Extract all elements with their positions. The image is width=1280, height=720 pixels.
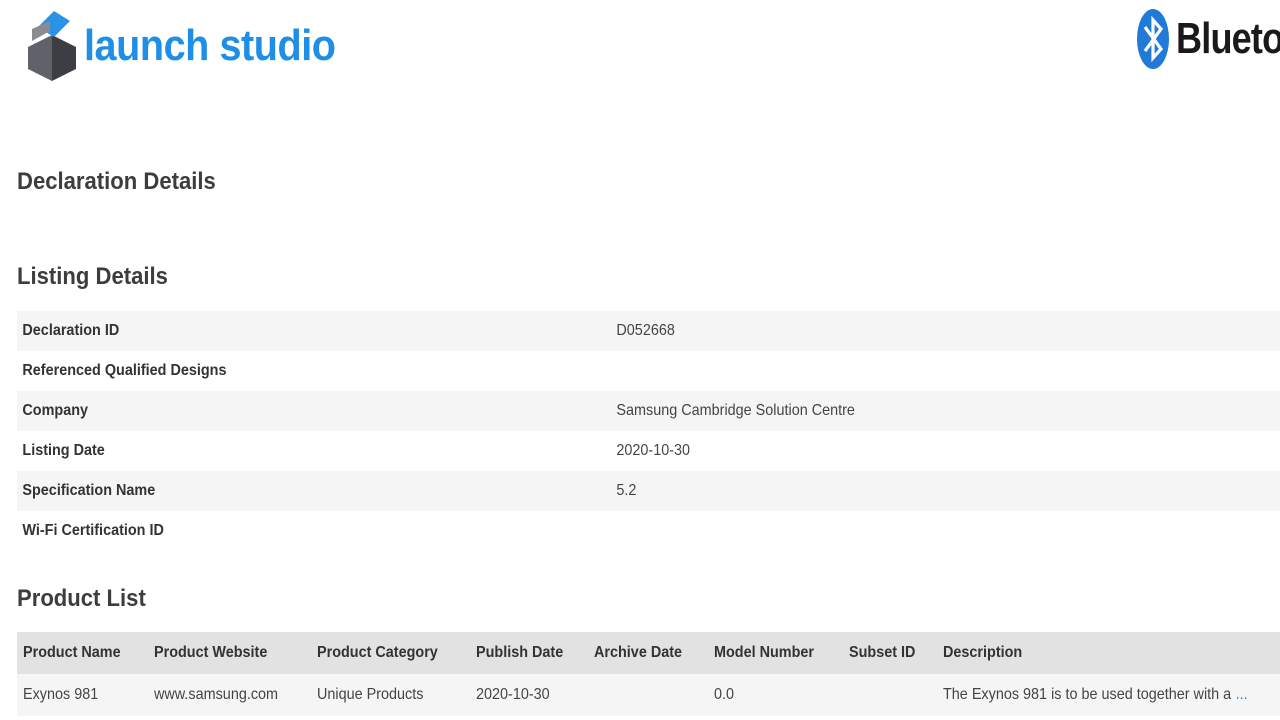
listing-value: 5.2: [616, 482, 637, 499]
description-cell: The Exynos 981 is to be used together wi…: [943, 674, 1248, 716]
listing-label: Declaration ID: [22, 322, 120, 339]
table-row: Exynos 981 www.samsung.com Unique Produc…: [17, 674, 1280, 716]
table-header-row: Product Name Product Website Product Cat…: [17, 632, 1280, 674]
column-header-archive-date[interactable]: Archive Date: [594, 632, 682, 674]
listing-value: D052668: [616, 322, 675, 339]
column-header-publish-date[interactable]: Publish Date: [476, 632, 563, 674]
product-website-cell: www.samsung.com: [154, 686, 279, 703]
listing-row-company: Company Samsung Cambridge Solution Centr…: [17, 391, 1280, 431]
declaration-details-heading: Declaration Details: [17, 168, 216, 195]
listing-label: Specification Name: [22, 482, 156, 499]
product-list-table: Product Name Product Website Product Cat…: [17, 632, 1280, 716]
product-name-cell: Exynos 981: [23, 686, 99, 703]
column-header-product-website[interactable]: Product Website: [154, 632, 267, 674]
publish-date-cell: 2020-10-30: [476, 686, 550, 703]
listing-label: Listing Date: [22, 442, 105, 459]
column-header-product-name[interactable]: Product Name: [23, 632, 121, 674]
launch-studio-cube-icon: [28, 11, 76, 81]
description-text: The Exynos 981 is to be used together wi…: [943, 686, 1232, 703]
bluetooth-rune-icon: [1137, 9, 1169, 69]
listing-details-heading: Listing Details: [17, 263, 168, 290]
model-number-cell: 0.0: [714, 686, 735, 703]
listing-value: Samsung Cambridge Solution Centre: [616, 402, 855, 419]
column-header-subset-id[interactable]: Subset ID: [849, 632, 915, 674]
bluetooth-wordmark: Bluetoo: [1176, 14, 1280, 63]
description-more-link[interactable]: ...: [1236, 686, 1248, 704]
listing-row-wifi-certification-id: Wi-Fi Certification ID: [17, 511, 1280, 551]
logo-text: launch studio: [84, 21, 336, 70]
product-list-heading: Product List: [17, 585, 146, 612]
column-header-description[interactable]: Description: [943, 632, 1022, 674]
bluetooth-logo: Bluetoo: [1136, 6, 1280, 72]
listing-row-referenced-designs: Referenced Qualified Designs: [17, 351, 1280, 391]
page: launch studio Bluetoo Declaration Detail…: [0, 0, 1280, 720]
column-header-model-number[interactable]: Model Number: [714, 632, 814, 674]
launch-studio-logo[interactable]: launch studio: [24, 6, 364, 86]
listing-row-specification-name: Specification Name 5.2: [17, 471, 1280, 511]
listing-row-declaration-id: Declaration ID D052668: [17, 311, 1280, 351]
listing-label: Referenced Qualified Designs: [22, 362, 227, 379]
column-header-product-category[interactable]: Product Category: [317, 632, 438, 674]
listing-label: Wi-Fi Certification ID: [22, 522, 164, 539]
listing-details-table: Declaration ID D052668 Referenced Qualif…: [17, 311, 1280, 551]
listing-value: 2020-10-30: [616, 442, 691, 459]
listing-row-listing-date: Listing Date 2020-10-30: [17, 431, 1280, 471]
listing-label: Company: [22, 402, 89, 419]
product-category-cell: Unique Products: [317, 686, 424, 703]
